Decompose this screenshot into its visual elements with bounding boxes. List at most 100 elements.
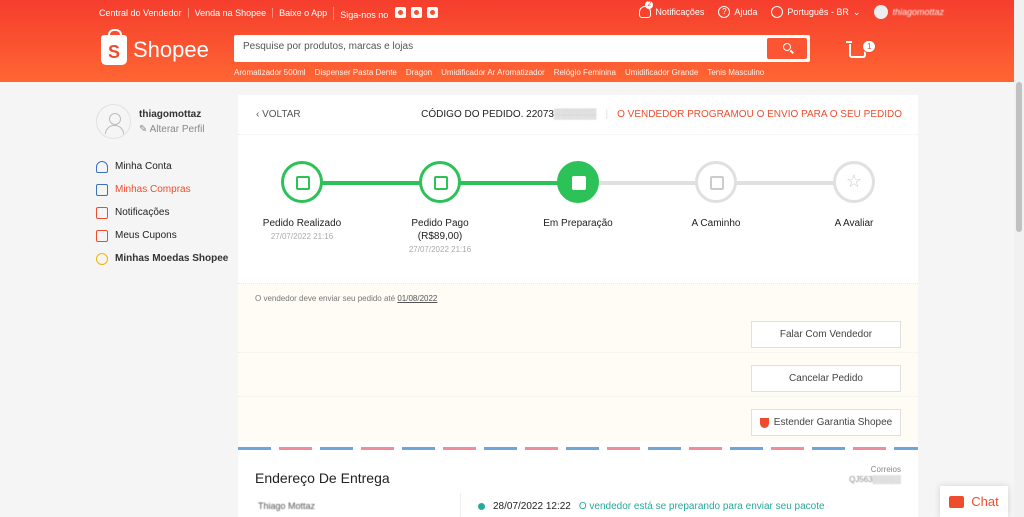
chat-button[interactable]: Chat (940, 486, 1008, 517)
step-date: 27/07/2022 21:16 (270, 232, 334, 241)
sidebar-item-label: Meus Cupons (115, 230, 177, 241)
receipt-icon (281, 161, 323, 203)
user-icon (96, 161, 108, 173)
twitter-icon[interactable] (410, 6, 422, 18)
notifications-link[interactable]: 2 Notificações (639, 1, 705, 18)
order-progress-stepper: Pedido Realizado 27/07/2022 21:16 Pedido… (238, 135, 918, 283)
sidebar-item-label: Minha Conta (115, 161, 172, 172)
order-actions: Falar Com Vendedor Cancelar Pedido Esten… (238, 309, 918, 441)
bell-icon (96, 207, 108, 219)
edit-profile-label: Alterar Perfil (149, 123, 205, 135)
language-selector[interactable]: Português - BR ⌄ (771, 6, 860, 18)
back-label: VOLTAR (262, 109, 301, 120)
search-suggestions: Aromatizador 500ml Dispenser Pasta Dente… (234, 68, 764, 77)
order-detail-panel: ‹ VOLTAR CÓDIGO DO PEDIDO. 22073▒▒▒▒▒▒ |… (238, 95, 918, 517)
avatar[interactable] (96, 104, 131, 139)
suggestion-link[interactable]: Dragon (406, 68, 432, 77)
suggestion-link[interactable]: Relógio Feminina (554, 68, 616, 77)
status-dot-icon (478, 503, 485, 510)
back-button[interactable]: ‹ VOLTAR (256, 109, 301, 120)
star-icon: ☆ (833, 161, 875, 203)
coin-icon (96, 253, 108, 265)
sidebar-item-label: Minhas Compras (115, 184, 191, 195)
download-app-link[interactable]: Baixe o App (272, 8, 333, 18)
step-pedido-realizado: Pedido Realizado 27/07/2022 21:16 (242, 161, 362, 241)
chat-label: Chat (971, 494, 999, 509)
recipient-name: Thiago Mottaz (258, 501, 316, 511)
sidebar-item-meus-cupons[interactable]: Meus Cupons (96, 230, 236, 242)
sidebar-item-minhas-moedas[interactable]: Minhas Moedas Shopee (96, 253, 236, 265)
notifications-badge: 2 (645, 1, 654, 9)
tiktok-icon[interactable] (426, 6, 438, 18)
instagram-icon[interactable] (394, 6, 406, 18)
sidebar-item-notificacoes[interactable]: Notificações (96, 207, 236, 219)
suggestion-link[interactable]: Umidificador Ar Aromatizador (441, 68, 545, 77)
language-label: Português - BR (787, 7, 849, 17)
sidebar-item-minha-conta[interactable]: Minha Conta (96, 161, 236, 173)
step-label: A Avaliar (834, 218, 874, 229)
scrollbar-thumb[interactable] (1016, 82, 1022, 232)
site-header: Central do Vendedor Venda na Shopee Baix… (0, 0, 1024, 82)
contact-seller-button[interactable]: Falar Com Vendedor (751, 321, 901, 348)
step-a-avaliar: ☆ A Avaliar (794, 161, 914, 230)
truck-icon (557, 161, 599, 203)
search-icon (783, 43, 791, 51)
order-code: CÓDIGO DO PEDIDO. 22073▒▒▒▒▒▒ (421, 109, 597, 120)
suggestion-link[interactable]: Aromatizador 500ml (234, 68, 306, 77)
order-header: ‹ VOLTAR CÓDIGO DO PEDIDO. 22073▒▒▒▒▒▒ |… (238, 95, 918, 135)
suggestion-link[interactable]: Dispenser Pasta Dente (315, 68, 397, 77)
page-scrollbar[interactable] (1014, 0, 1024, 517)
help-link[interactable]: ? Ajuda (718, 6, 757, 18)
divider: | (605, 109, 609, 120)
chat-bubble-icon (949, 495, 965, 508)
sidebar-item-minhas-compras[interactable]: Minhas Compras (96, 184, 236, 196)
step-amount: (R$89,00) (417, 231, 463, 242)
globe-icon (771, 6, 784, 18)
account-sidebar: thiagomottaz ✎ Alterar Perfil Minha Cont… (96, 104, 236, 276)
sidebar-menu: Minha Conta Minhas Compras Notificações … (96, 161, 236, 265)
ship-deadline-date: 01/08/2022 (397, 294, 438, 303)
question-icon: ? (718, 6, 731, 18)
search-bar (234, 35, 810, 62)
notifications-label: Notificações (655, 7, 705, 17)
sidebar-username: thiagomottaz (139, 108, 202, 120)
divider (460, 493, 461, 517)
follow-us-label: Siga-nos no (333, 6, 444, 20)
cart-badge: 1 (862, 40, 877, 53)
extend-guarantee-button[interactable]: Estender Garantia Shopee (751, 409, 901, 436)
step-label: Em Preparação (543, 218, 613, 229)
bell-icon: 2 (639, 1, 654, 18)
step-label: Pedido Pago (411, 218, 469, 229)
sidebar-item-label: Notificações (115, 207, 170, 218)
account-menu[interactable]: thiagomottaz (874, 5, 944, 19)
suggestion-link[interactable]: Umidificador Grande (625, 68, 698, 77)
coupon-icon (96, 230, 108, 242)
shopping-bag-icon: S (101, 29, 127, 65)
header-username: thiagomottaz (892, 7, 944, 17)
carrier-info: Correios QJ563▒▒▒▒▒ (849, 465, 901, 485)
shopee-logo[interactable]: S Shopee (101, 29, 209, 65)
ship-notice-text: O vendedor deve enviar seu pedido até (255, 294, 396, 303)
tracking-message: O vendedor está se preparando para envia… (578, 501, 825, 512)
cancel-order-button[interactable]: Cancelar Pedido (751, 365, 901, 392)
money-icon (419, 161, 461, 203)
airmail-border (238, 447, 918, 450)
order-status: O VENDEDOR PROGRAMOU O ENVIO PARA O SEU … (617, 109, 902, 120)
tracking-event: 28/07/2022 12:22 O vendedor está se prep… (478, 501, 825, 512)
step-pedido-pago: Pedido Pago (R$89,00) 27/07/2022 21:16 (380, 161, 500, 254)
step-label: Pedido Realizado (262, 218, 342, 229)
tracking-code: QJ563▒▒▒▒▒ (849, 475, 901, 484)
suggestion-link[interactable]: Tenis Masculino (707, 68, 764, 77)
seller-center-link[interactable]: Central do Vendedor (99, 8, 188, 18)
step-a-caminho: A Caminho (656, 161, 776, 230)
search-input[interactable] (243, 41, 743, 52)
delivery-address-title: Endereço De Entrega (255, 470, 390, 486)
inbox-icon (695, 161, 737, 203)
clipboard-icon (96, 184, 108, 196)
search-button[interactable] (767, 38, 807, 59)
edit-profile-link[interactable]: ✎ Alterar Perfil (139, 124, 205, 135)
avatar (874, 5, 889, 19)
step-em-preparacao: Em Preparação (518, 161, 638, 230)
tracking-time: 28/07/2022 12:22 (493, 501, 571, 512)
sell-on-shopee-link[interactable]: Venda na Shopee (187, 8, 273, 18)
